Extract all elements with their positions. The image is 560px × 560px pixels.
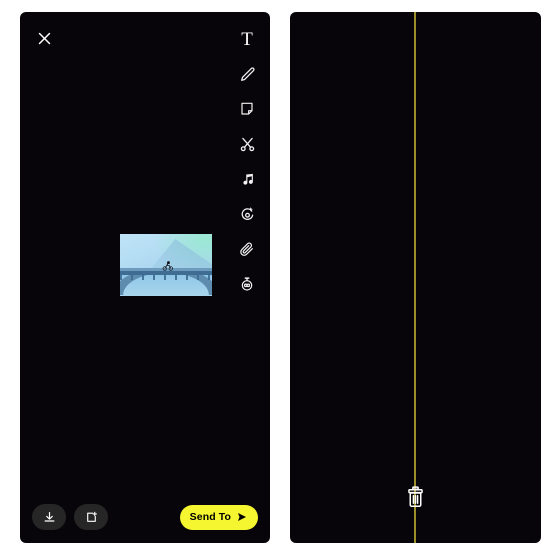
close-button[interactable] bbox=[32, 26, 56, 50]
text-icon: T bbox=[241, 28, 253, 50]
editor-bottom-bar: Send To bbox=[20, 491, 270, 543]
media-thumbnail[interactable] bbox=[120, 234, 212, 296]
close-icon bbox=[37, 31, 52, 46]
save-button[interactable] bbox=[32, 504, 66, 530]
add-to-story-icon bbox=[85, 511, 98, 524]
send-to-label: Send To bbox=[189, 511, 231, 523]
tool-sticker[interactable] bbox=[232, 94, 262, 124]
tool-cut[interactable] bbox=[232, 129, 262, 159]
editor-panel: T Send To bbox=[20, 12, 270, 543]
bridge-railing bbox=[120, 273, 212, 280]
tool-timer[interactable] bbox=[232, 269, 262, 299]
music-note-icon bbox=[240, 172, 255, 187]
add-to-story-button[interactable] bbox=[74, 504, 108, 530]
timeline-panel bbox=[290, 12, 541, 543]
tool-rail: T bbox=[232, 24, 262, 299]
trash-icon bbox=[405, 485, 426, 509]
cyclist-figure bbox=[160, 260, 176, 272]
send-arrow-icon bbox=[236, 511, 248, 523]
timer-icon bbox=[239, 276, 255, 292]
playhead[interactable] bbox=[414, 12, 416, 543]
tool-attach[interactable] bbox=[232, 234, 262, 264]
screen-root: T Send To bbox=[0, 0, 560, 560]
tool-text[interactable]: T bbox=[232, 24, 262, 54]
magic-star-icon bbox=[239, 206, 256, 223]
sticker-icon bbox=[239, 101, 255, 117]
tool-draw[interactable] bbox=[232, 59, 262, 89]
send-to-button[interactable]: Send To bbox=[179, 504, 258, 530]
paperclip-icon bbox=[239, 241, 255, 257]
scissors-icon bbox=[239, 136, 256, 153]
delete-clip-button[interactable] bbox=[403, 482, 429, 512]
download-icon bbox=[43, 511, 56, 524]
tool-magic[interactable] bbox=[232, 199, 262, 229]
pencil-icon bbox=[239, 66, 256, 83]
tool-music[interactable] bbox=[232, 164, 262, 194]
